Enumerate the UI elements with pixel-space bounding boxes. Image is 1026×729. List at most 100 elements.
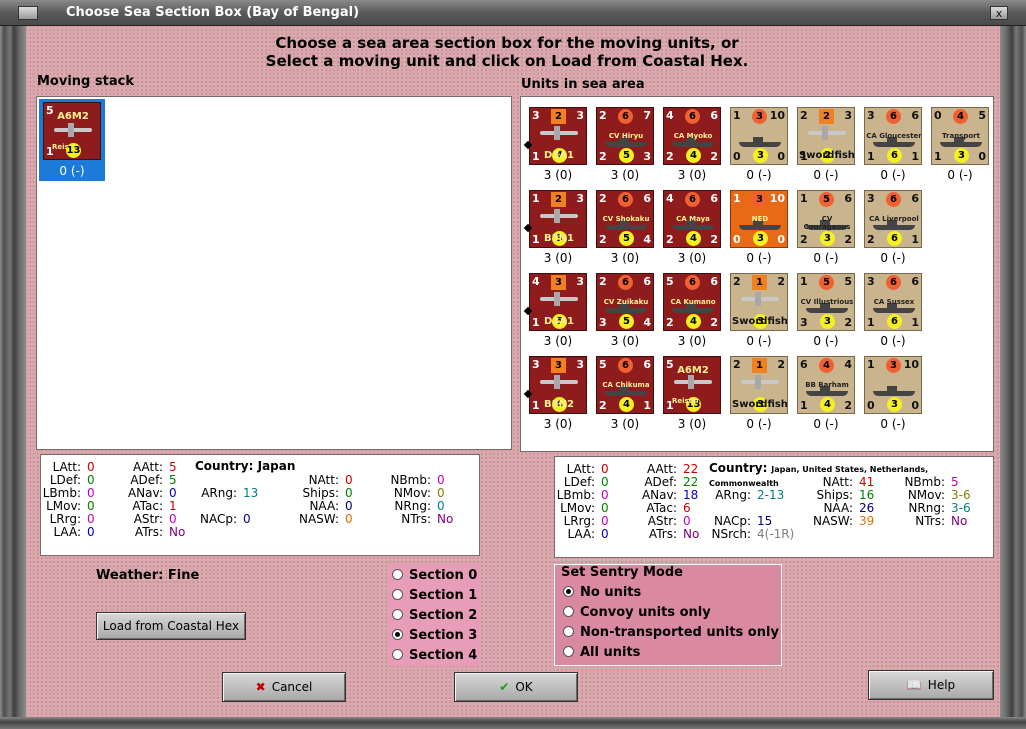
sentry-option-3[interactable]: All units	[563, 645, 640, 665]
counter-value: 6	[886, 275, 901, 290]
stat-value: 2-13	[757, 488, 785, 502]
stat-value: 0	[437, 499, 445, 513]
stat-key: NAtt:	[822, 475, 853, 489]
section-radio-group: Section 0 Section 1 Section 2 Section 3 Sect…	[388, 564, 480, 666]
ship-icon	[873, 303, 915, 313]
aircraft-icon	[741, 292, 779, 306]
unit-counter[interactable]: 6 4 4 1 2 4 BB Barham	[797, 356, 855, 414]
ship-icon	[739, 220, 781, 230]
section-option-0[interactable]: Section 0	[392, 568, 477, 588]
unit-counter[interactable]: 1 3 2 1 3 B5N1	[529, 190, 587, 248]
counter-subname: Reisen	[672, 397, 699, 405]
counter-value: 2	[551, 109, 566, 124]
counter-caption: 3 (0)	[543, 334, 573, 348]
unit-counter[interactable]: 3 6 6 2 1 6 CA Liverpool	[864, 190, 922, 248]
unit-counter[interactable]: 4 3 3 1 5 D3A1	[529, 273, 587, 331]
radio-button[interactable]	[563, 626, 574, 637]
section-option-1[interactable]: Section 1	[392, 588, 477, 608]
load-from-coastal-hex-button[interactable]: Load from Coastal Hex	[96, 612, 246, 640]
unit-counter[interactable]: 1 10 3 0 0 3	[864, 356, 922, 414]
dialog-window: Choose Sea Section Box (Bay of Bengal) x…	[0, 0, 1026, 729]
unit-counter[interactable]: 2 7 6 2 3 5 CV Hiryu	[596, 107, 654, 165]
unit-counter[interactable]: 2 3 2 1 2 Swordfish	[797, 107, 855, 165]
stat-value: 5	[169, 473, 177, 487]
radio-button[interactable]	[392, 629, 403, 640]
stat-value: 15	[757, 514, 773, 528]
unit-counter[interactable]: 2 2 1 3 Swordfish	[730, 273, 788, 331]
counter-name: CV Courageous	[803, 215, 851, 231]
unit-counter[interactable]: 5 6 6 2 2 4 CA Kumano	[663, 273, 721, 331]
unit-counter[interactable]: 4 6 6 2 2 4 CA Myoko	[663, 107, 721, 165]
stat-value: 0	[169, 486, 177, 500]
radio-button[interactable]	[392, 649, 403, 660]
system-menu-icon[interactable]	[18, 6, 38, 20]
counter-value: 3	[753, 148, 768, 163]
unit-counter[interactable]: 3 6 6 1 1 6 CA Gloucester	[864, 107, 922, 165]
unit-counter[interactable]: 3 3 3 1 4 B5N2	[529, 356, 587, 414]
counter-name: CV Shokaku	[602, 215, 650, 223]
unit-counter[interactable]: 0 5 4 1 0 3 Transport	[931, 107, 989, 165]
ok-label: OK	[515, 680, 533, 694]
unit-counter[interactable]: 3 3 2 1 4 D3A1	[529, 107, 587, 165]
unit-counter[interactable]: 1 6 5 2 2 3 CV Courageous	[797, 190, 855, 248]
stat-key: ARng:	[715, 488, 751, 502]
counter-value: 6	[618, 358, 633, 373]
sentry-mode-group: Set Sentry Mode No units Convoy units onl…	[554, 564, 782, 666]
sentry-option-1[interactable]: Convoy units only	[563, 605, 711, 625]
unit-counter[interactable]: 1 10 3 0 0 3 NED	[730, 190, 788, 248]
stat-value: 5	[951, 475, 959, 489]
moving-unit-a6m2[interactable]: 5 A6M2 Reisen 1 13 0 (-)	[39, 99, 105, 181]
sentry-option-label: Convoy units only	[580, 605, 711, 620]
close-button[interactable]: x	[990, 6, 1008, 20]
sentry-option-2[interactable]: Non-transported units only	[563, 625, 779, 645]
counter-caption: 3 (0)	[677, 417, 707, 431]
unit-counter[interactable]: 5 A6M2 Reisen 1 13	[43, 102, 101, 160]
cancel-button[interactable]: ✖ Cancel	[222, 672, 346, 702]
counter-value: 2	[710, 150, 718, 163]
radio-button[interactable]	[563, 606, 574, 617]
unit-counter[interactable]: 2 6 6 3 4 5 CV Zuikaku	[596, 273, 654, 331]
radio-button[interactable]	[563, 646, 574, 657]
unit-counter[interactable]: 5 1 13 A6M2 Reisen	[663, 356, 721, 414]
stat-key: NACp:	[199, 512, 237, 526]
counter-value: 6	[643, 275, 651, 288]
radio-button[interactable]	[392, 569, 403, 580]
radio-button[interactable]	[392, 589, 403, 600]
unit-counter[interactable]: 3 6 6 1 1 6 CA Sussex	[864, 273, 922, 331]
unit-counter[interactable]: 1 5 5 3 2 3 CV Illustrious	[797, 273, 855, 331]
radio-button[interactable]	[392, 609, 403, 620]
ok-button[interactable]: ✔ OK	[454, 672, 578, 702]
unit-counter[interactable]: 4 6 6 2 2 4 CA Maya	[663, 190, 721, 248]
counter-value: 10	[769, 192, 785, 205]
unit-counter[interactable]: 2 2 1 3 Swordfish	[730, 356, 788, 414]
unit-counter[interactable]: 2 6 6 2 4 5 CV Shokaku	[596, 190, 654, 248]
section-option-2[interactable]: Section 2	[392, 608, 477, 628]
help-button[interactable]: 📖 Help	[868, 670, 994, 700]
counter-name: CA Sussex	[873, 298, 915, 306]
counter-value: 3	[752, 109, 767, 124]
counter-value: 3	[753, 231, 768, 246]
counter-value: 5	[844, 275, 852, 288]
stat-value: 1	[169, 499, 177, 513]
counter-caption: 3 (0)	[610, 168, 640, 182]
counter-name: A6M2	[677, 365, 709, 376]
counter-value: 3	[752, 192, 767, 207]
counter-caption: 0 (-)	[813, 251, 839, 265]
unit-counter[interactable]: 5 6 6 2 1 4 CA Chikuma	[596, 356, 654, 414]
ship-icon	[605, 386, 647, 396]
section-option-3[interactable]: Section 3	[392, 628, 477, 648]
section-option-4[interactable]: Section 4	[392, 648, 477, 668]
stat-key: ANav:	[641, 488, 677, 502]
sentry-option-0[interactable]: No units	[563, 585, 641, 605]
counter-value: 1	[733, 109, 741, 122]
radio-button[interactable]	[563, 586, 574, 597]
window-title: Choose Sea Section Box (Bay of Bengal)	[66, 5, 360, 20]
counter-value: 1	[911, 316, 919, 329]
moving-stack-stats: Country: Japan LAtt: 0 LDef: 0 LBmb: 0 LMov: 0 L…	[40, 454, 480, 556]
window-frame-bottom	[0, 717, 1026, 729]
counter-caption: 3 (0)	[543, 251, 573, 265]
counter-value: 3	[867, 192, 875, 205]
unit-counter[interactable]: 1 10 3 0 0 3	[730, 107, 788, 165]
stat-value: 41	[859, 475, 875, 489]
counter-value: 13	[66, 143, 81, 158]
